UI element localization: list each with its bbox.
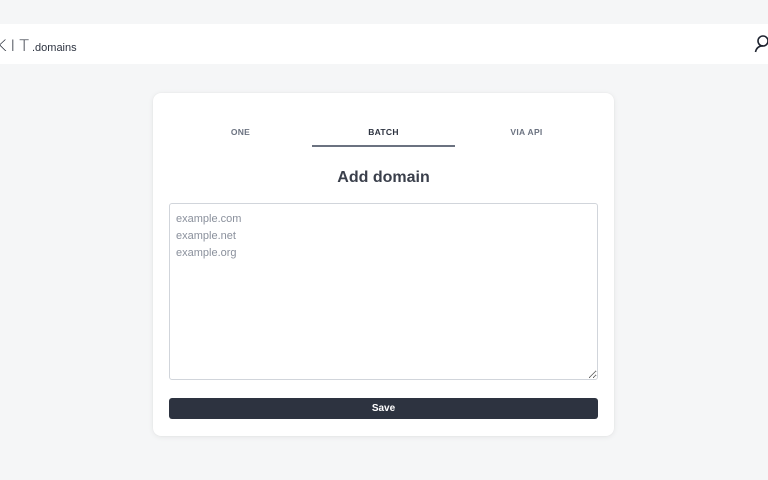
top-navigation-bar: KIT .domains (0, 24, 768, 64)
tab-one[interactable]: ONE (169, 117, 312, 147)
tab-via-api[interactable]: VIA API (455, 117, 598, 147)
tab-batch[interactable]: BATCH (312, 117, 455, 147)
site-logo[interactable]: KIT .domains (0, 36, 77, 55)
page-title: Add domain (337, 169, 430, 186)
logo-suffix: .domains (31, 42, 77, 54)
mode-tabs: ONE BATCH VIA API (169, 117, 598, 147)
domains-textarea[interactable] (169, 203, 598, 380)
logo-mark: KIT (0, 36, 33, 55)
user-icon[interactable] (754, 35, 768, 53)
add-domain-card: ONE BATCH VIA API Add domain Save (153, 93, 614, 436)
save-button[interactable]: Save (169, 398, 598, 419)
